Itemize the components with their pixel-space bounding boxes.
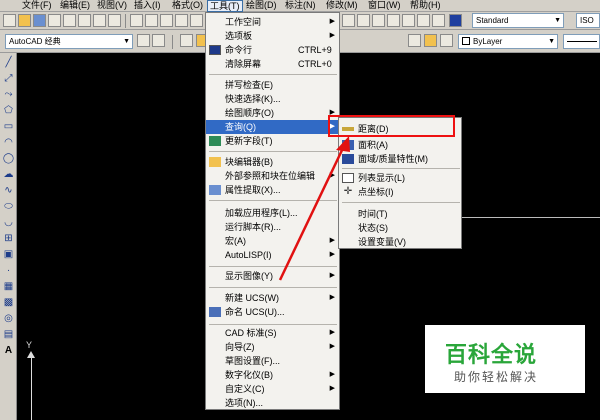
watermark: 百科全说 助你轻松解决 (425, 325, 585, 393)
arrow-shaft (278, 145, 346, 281)
arrow-head-icon (336, 136, 350, 152)
watermark-subtitle: 助你轻松解决 (454, 370, 539, 384)
watermark-title: 百科全说 (445, 342, 538, 367)
